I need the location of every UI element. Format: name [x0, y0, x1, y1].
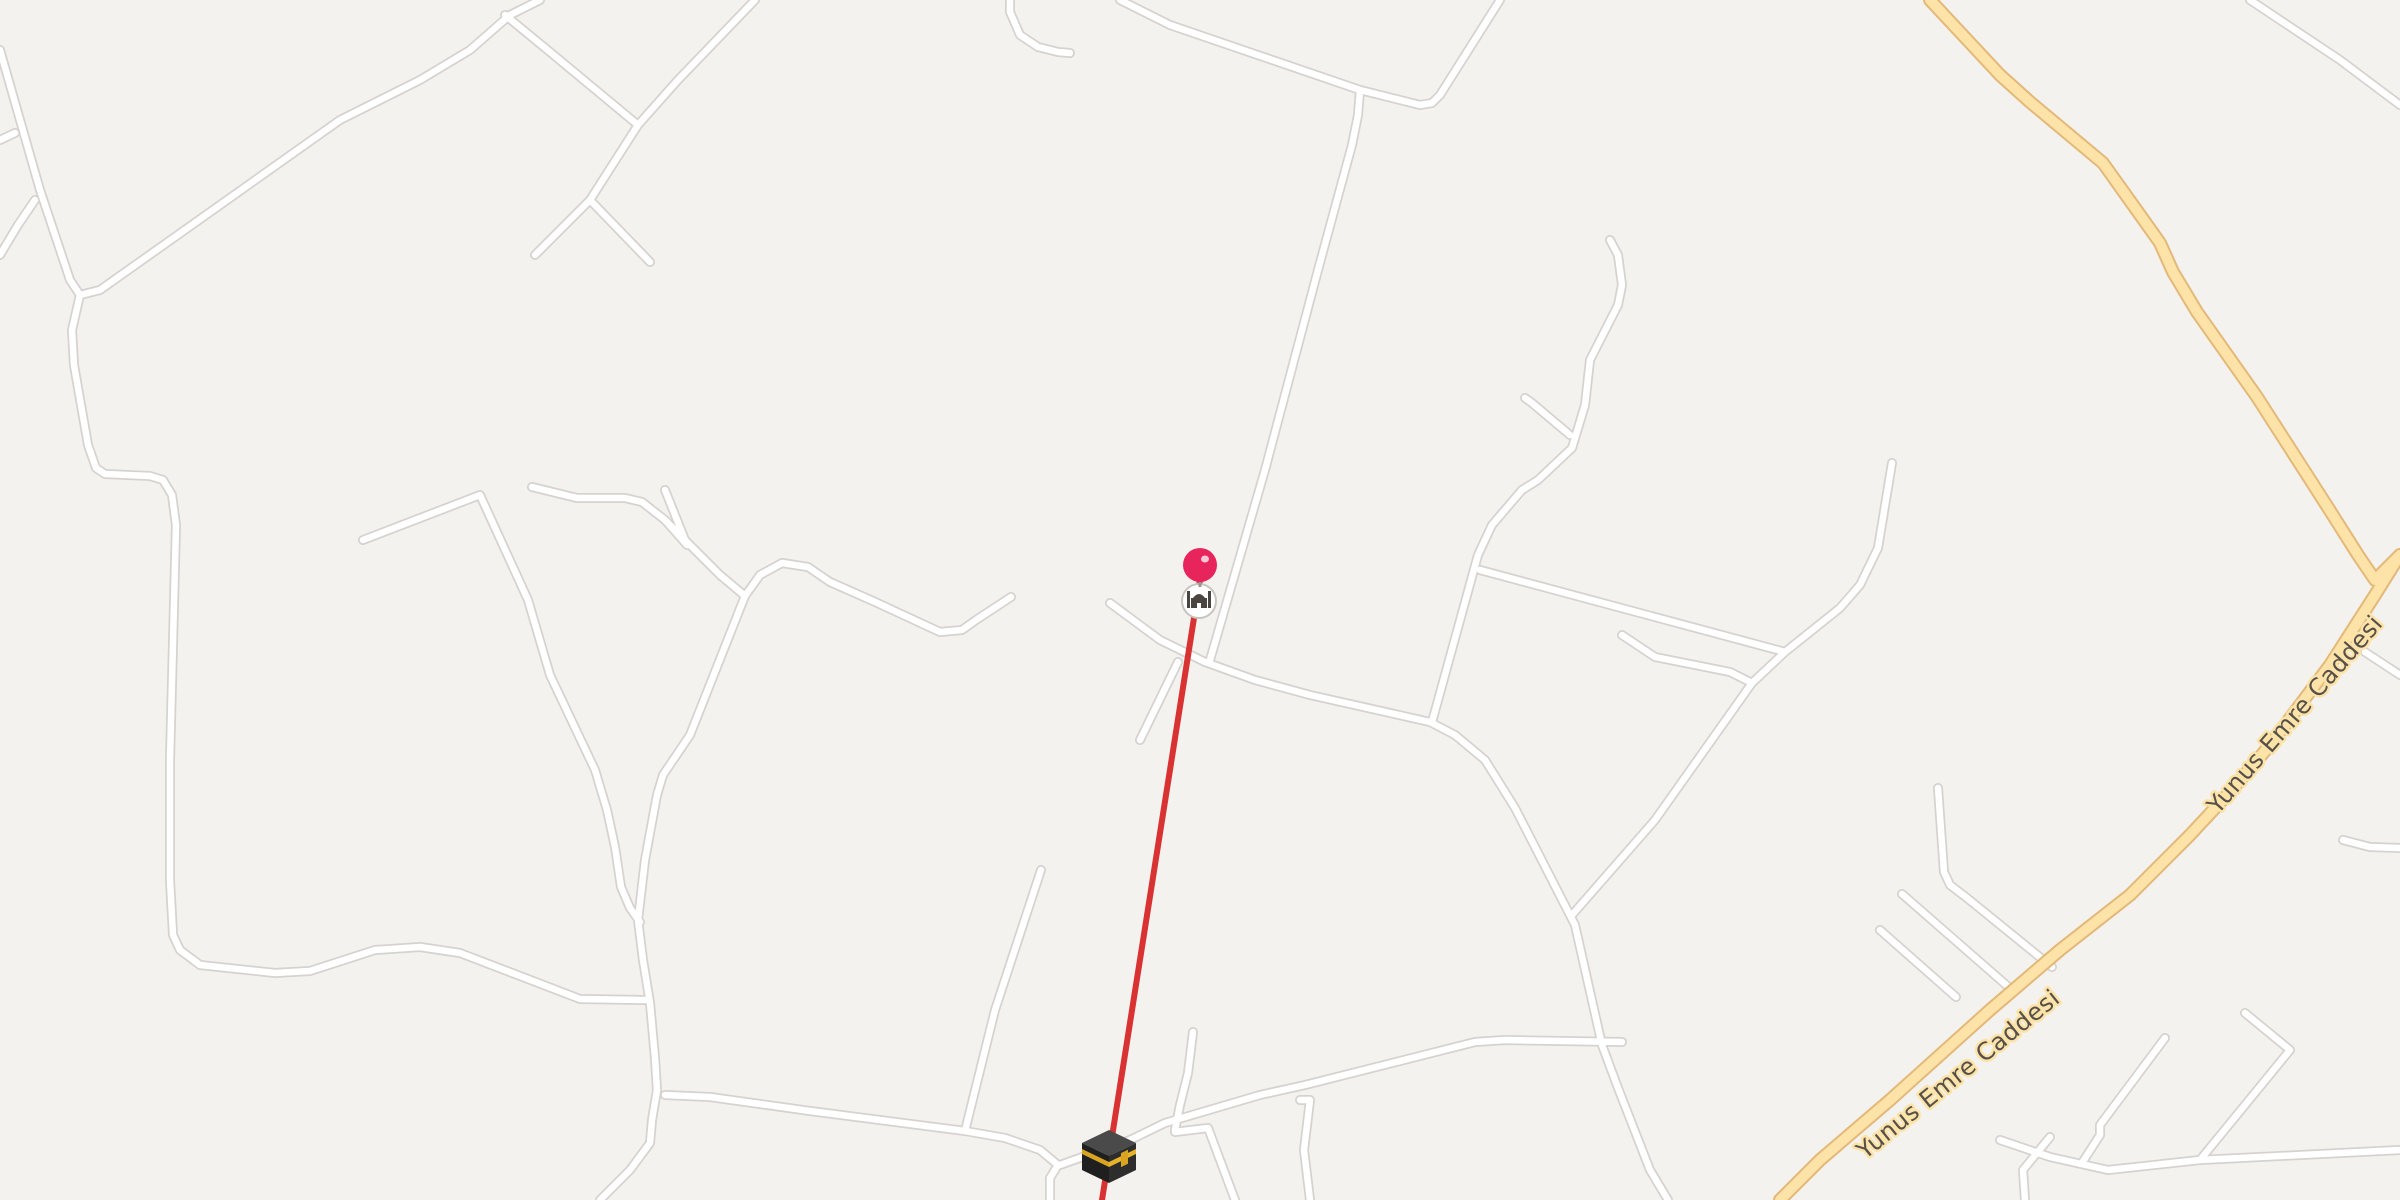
mosque-marker[interactable]	[1181, 583, 1217, 619]
pin-highlight	[1201, 555, 1209, 563]
map-canvas[interactable]: Yunus Emre Caddesi Yunus Emre Caddesi Yu…	[0, 0, 2400, 1200]
map-pin-icon	[1183, 548, 1217, 582]
